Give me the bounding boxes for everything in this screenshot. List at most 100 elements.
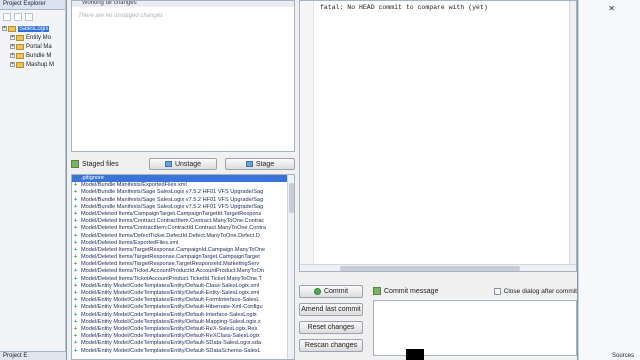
unstaged-files-pane[interactable]: Working dir changes There are no unstage… [71, 0, 295, 152]
commit-message-title: Commit message [373, 287, 494, 295]
project-tree: + SalesLogix + Entity Mo + Portal Ma + Bundle M… [0, 24, 65, 69]
staged-file-row[interactable]: + Model/Deleted Items/TargetResponse.Camp… [72, 254, 294, 261]
staged-file-row[interactable]: + Model/Bundle Manifests/Sage SalesLogix … [72, 197, 294, 204]
reset-changes-button[interactable]: Reset changes [299, 321, 363, 334]
unstage-button[interactable]: Unstage [149, 158, 217, 170]
staged-file-path: Model/Bundle Manifests/Sage SalesLogix v… [81, 196, 264, 203]
staged-file-path: Model/Deleted Items/TicketAccountProduct… [81, 275, 262, 282]
refresh-icon[interactable] [3, 13, 11, 21]
commit-icon [313, 288, 321, 295]
folder-icon [16, 34, 24, 41]
diff-gutter [300, 1, 314, 271]
staged-file-row[interactable]: + Model/Entity Model/CodeTemplates/Entity… [72, 297, 294, 304]
added-file-icon: + [74, 340, 78, 347]
staged-file-row[interactable]: + Model/Deleted Items/ExportedFiles.xml [72, 240, 294, 247]
staged-file-row[interactable]: + Model/Entity Model/CodeTemplates/Entity… [72, 283, 294, 290]
staged-file-row[interactable]: + Model/Deleted Items/DefectTicket.Defect… [72, 233, 294, 240]
staged-file-row[interactable]: + Model/Bundle Manifests/Sage SalesLogix … [72, 204, 294, 211]
staged-scrollbar[interactable] [287, 175, 294, 359]
stage-button[interactable]: Stage [225, 158, 295, 170]
staged-file-path: Model/Entity Model/CodeTemplates/Entity/… [81, 325, 258, 332]
staged-files-label: Staged files [82, 160, 119, 168]
staged-file-row[interactable]: + Model/Bundle Manifests/ExportedFiles.xm… [72, 182, 294, 189]
commit-message-icon [373, 287, 381, 295]
added-file-icon: + [74, 182, 78, 189]
staged-file-row[interactable]: + Model/Bundle Manifests/Sage SalesLogix … [72, 189, 294, 196]
staged-file-path: Model/Entity Model/CodeTemplates/Entity/… [81, 311, 257, 318]
added-file-icon: + [74, 254, 78, 261]
properties-icon[interactable] [25, 13, 33, 21]
expand-icon[interactable]: + [10, 53, 15, 58]
diff-horizontal-scrollbar[interactable] [300, 264, 576, 271]
commit-message-label: Commit message [384, 287, 439, 295]
staged-file-row[interactable]: + .gitignore [72, 175, 294, 183]
tab-project-explorer[interactable]: Project E [0, 351, 66, 360]
tab-sources[interactable]: Sources [612, 353, 634, 359]
reset-label: Reset changes [307, 324, 355, 331]
staged-files-pane[interactable]: + .gitignore + Model/Bundle Manifests/Expor… [71, 174, 295, 360]
added-file-icon: + [74, 203, 78, 210]
staged-file-path: Model/Deleted Items/TargetResponse.Campa… [81, 254, 260, 261]
commit-button[interactable]: Commit [299, 285, 363, 298]
staged-file-path: Model/Entity Model/CodeTemplates/Entity/… [81, 318, 261, 325]
staged-file-row[interactable]: + Model/Entity Model/CodeTemplates/Entity… [72, 348, 294, 355]
staged-file-row[interactable]: + Model/Entity Model/CodeTemplates/Entity… [72, 304, 294, 311]
tree-item[interactable]: + Entity Mo [2, 33, 65, 42]
added-file-icon: + [74, 225, 78, 232]
staged-files-list: + .gitignore + Model/Bundle Manifests/Expor… [72, 175, 294, 355]
tree-item-label: SalesLogix [18, 25, 50, 32]
scrollbar-thumb[interactable] [340, 266, 520, 271]
staged-file-row[interactable]: + Model/Deleted Items/TargetResponse.Targ… [72, 261, 294, 268]
tree-item[interactable]: + SalesLogix [2, 24, 65, 33]
folder-icon [16, 52, 24, 59]
staged-file-path: Model/Deleted Items/ContractItem.Contrac… [81, 225, 266, 232]
tree-item[interactable]: + Portal Ma [2, 42, 65, 51]
commit-message-header: Commit message Close dialog after commit [373, 285, 577, 297]
amend-last-commit-button[interactable]: Amend last commit [299, 303, 363, 316]
diff-pane[interactable]: fatal: No HEAD commit to compare with (y… [299, 0, 577, 272]
scrollbar-thumb[interactable] [289, 183, 294, 213]
staged-files-title: Staged files [71, 160, 149, 168]
project-explorer-panel: Project Explorer + SalesLogix + Entity Mo + P… [0, 0, 66, 360]
staged-file-row[interactable]: + Model/Deleted Items/ContractItem.Contra… [72, 225, 294, 232]
diff-vertical-scrollbar[interactable] [569, 1, 576, 266]
staged-file-path: Model/Deleted Items/Contract.ContractIte… [81, 218, 265, 225]
staged-file-row[interactable]: + Model/Deleted Items/Contract.ContractIt… [72, 218, 294, 225]
staged-file-path: Model/Deleted Items/ExportedFiles.xml [81, 239, 179, 246]
expand-icon[interactable]: + [10, 35, 15, 40]
staged-file-row[interactable]: + Model/Entity Model/CodeTemplates/Entity… [72, 319, 294, 326]
staged-file-row[interactable]: + Model/Deleted Items/TargetResponse.Camp… [72, 247, 294, 254]
staged-file-path: Model/Deleted Items/Ticket.AccountProduc… [81, 268, 264, 275]
tree-item[interactable]: + Bundle M [2, 51, 65, 60]
staged-file-path: Model/Entity Model/CodeTemplates/Entity/… [81, 304, 263, 311]
stage-icon [245, 161, 253, 167]
rescan-changes-button[interactable]: Rescan changes [299, 339, 363, 352]
commit-message-input[interactable] [373, 300, 577, 356]
added-file-icon: + [74, 304, 78, 311]
staged-file-row[interactable]: + Model/Deleted Items/CampaignTarget.Camp… [72, 211, 294, 218]
staged-file-row[interactable]: + Model/Entity Model/CodeTemplates/Entity… [72, 312, 294, 319]
amend-label: Amend last commit [301, 306, 361, 313]
checkbox-box[interactable] [493, 287, 501, 295]
close-after-commit-checkbox[interactable]: Close dialog after commit [493, 287, 577, 295]
rescan-label: Rescan changes [304, 342, 358, 349]
project-explorer-title: Project Explorer [0, 0, 65, 10]
staged-file-row[interactable]: + Model/Entity Model/CodeTemplates/Entity… [72, 290, 294, 297]
staged-file-row[interactable]: + Model/Deleted Items/Ticket.AccountProdu… [72, 268, 294, 275]
added-file-icon: + [74, 275, 78, 282]
added-file-icon: + [74, 325, 78, 332]
close-icon[interactable]: ✕ [608, 4, 615, 13]
expand-icon[interactable]: + [10, 62, 15, 67]
staged-file-row[interactable]: + Model/Entity Model/CodeTemplates/Entity… [72, 333, 294, 340]
expand-icon[interactable]: + [2, 26, 7, 31]
staged-file-row[interactable]: + Model/Entity Model/CodeTemplates/Entity… [72, 340, 294, 347]
tree-item[interactable]: + Mashup M [2, 60, 65, 69]
collapse-icon[interactable] [14, 13, 22, 21]
added-file-icon: + [74, 268, 78, 275]
staged-file-row[interactable]: + Model/Entity Model/CodeTemplates/Entity… [72, 326, 294, 333]
staged-files-bar: Staged files Unstage Stage [71, 156, 295, 172]
tree-item-label: Mashup M [26, 61, 55, 68]
expand-icon[interactable]: + [10, 44, 15, 49]
staged-file-path: Model/Deleted Items/TargetResponse.Campa… [81, 246, 266, 253]
staged-file-row[interactable]: + Model/Deleted Items/TicketAccountProduc… [72, 276, 294, 283]
